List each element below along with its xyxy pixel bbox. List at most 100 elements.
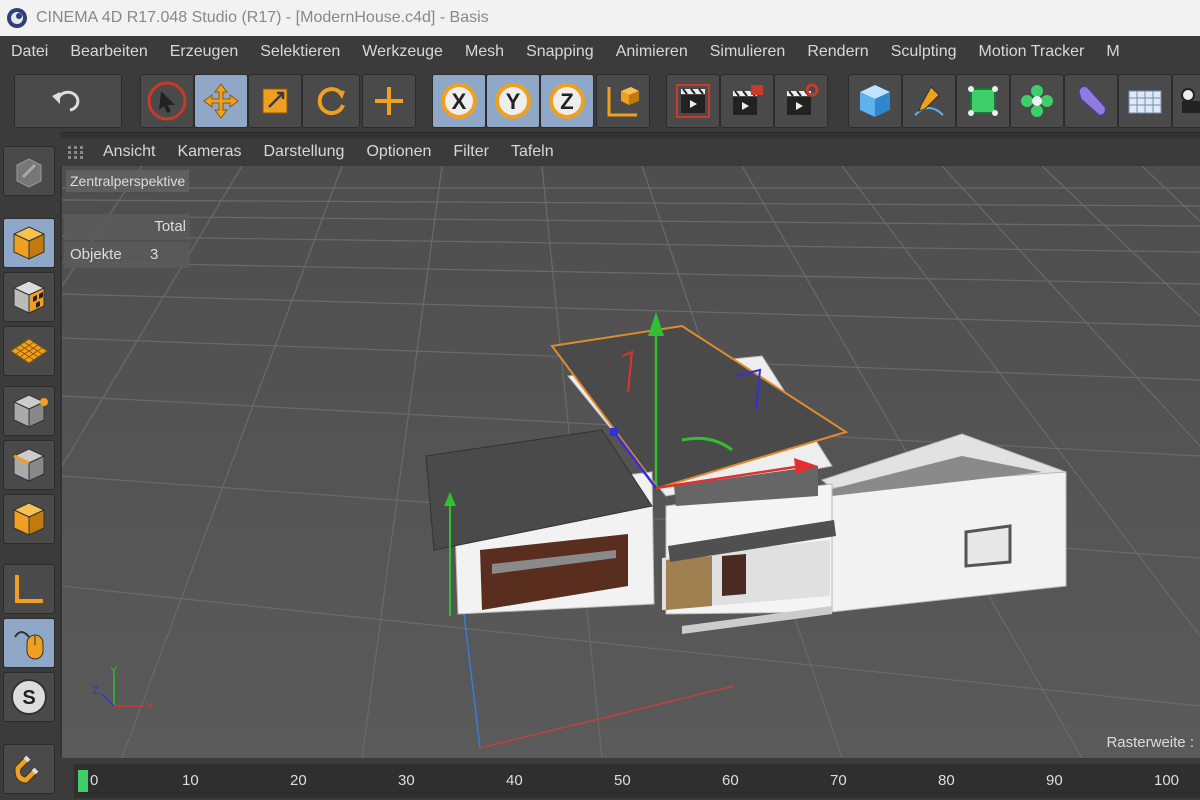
hud-objects-label: Objekte	[70, 246, 122, 263]
menu-item-selektieren[interactable]: Selektieren	[249, 43, 351, 61]
floor-grid-icon	[1128, 90, 1162, 114]
axis-lock-y-button[interactable]: Y	[486, 74, 540, 128]
rotate-tool-button[interactable]	[302, 74, 360, 128]
add-deformer-button[interactable]	[1064, 74, 1118, 128]
axis-y-icon: Y	[495, 83, 531, 119]
svg-text:Z: Z	[560, 89, 573, 114]
add-generator-button[interactable]	[956, 74, 1010, 128]
tweak-mode-button[interactable]	[3, 618, 55, 668]
menu-item-mesh[interactable]: Mesh	[454, 43, 515, 61]
render-picture-icon	[733, 85, 763, 115]
solo-s-icon: S	[11, 679, 47, 715]
menu-item-simulieren[interactable]: Simulieren	[699, 43, 797, 61]
viewport-menu-darstellung[interactable]: Darstellung	[253, 143, 356, 161]
undo-button[interactable]	[14, 74, 122, 128]
scale-tool-button[interactable]	[248, 74, 302, 128]
add-spline-pen-button[interactable]	[902, 74, 956, 128]
add-mograph-button[interactable]	[1010, 74, 1064, 128]
timeline-track[interactable]: 0 10 20 30 40 50 60 70 80 90 100	[74, 764, 1200, 798]
model-mode-button[interactable]	[3, 218, 55, 268]
playhead-marker[interactable]	[78, 770, 88, 792]
svg-text:Y: Y	[110, 665, 118, 677]
enable-axis-button[interactable]	[3, 564, 55, 614]
timeline-tick: 50	[614, 772, 631, 789]
add-environment-button[interactable]	[1118, 74, 1172, 128]
add-cube-button[interactable]	[848, 74, 902, 128]
scale-icon	[262, 88, 288, 114]
axis-z-icon: Z	[549, 83, 585, 119]
timeline-tick: 30	[398, 772, 415, 789]
bend-deformer-icon	[1078, 86, 1106, 116]
rotate-icon	[317, 87, 345, 116]
timeline-tick: 60	[722, 772, 739, 789]
coordinate-system-button[interactable]	[596, 74, 650, 128]
axis-lock-z-button[interactable]: Z	[540, 74, 594, 128]
editor-viewport[interactable]: Y X Z	[62, 166, 1200, 758]
cloner-flower-icon	[1021, 85, 1053, 117]
cinema4d-logo-icon	[7, 8, 27, 28]
mouse-icon	[14, 631, 44, 660]
move-arrows-icon	[203, 83, 239, 119]
texture-checker-icon	[12, 280, 46, 314]
camera-view-label[interactable]: Zentralperspektive	[66, 170, 190, 192]
render-view-button[interactable]	[666, 74, 720, 128]
timeline-tick: 40	[506, 772, 523, 789]
live-selection-button[interactable]	[140, 74, 194, 128]
add-camera-button[interactable]	[1172, 74, 1200, 128]
solo-button[interactable]: S	[3, 672, 55, 722]
timeline-tick: 0	[90, 772, 99, 789]
axis-x-icon: X	[441, 83, 477, 119]
window-title: CINEMA 4D R17.048 Studio (R17) - [Modern…	[36, 9, 489, 26]
viewport-menu-filter[interactable]: Filter	[442, 143, 500, 161]
menu-item-rendern[interactable]: Rendern	[796, 43, 879, 61]
menu-item-snapping[interactable]: Snapping	[515, 43, 605, 61]
viewport-scene[interactable]: Y X Z	[62, 166, 1200, 758]
viewport-menu-tafeln[interactable]: Tafeln	[500, 143, 565, 161]
render-settings-button[interactable]	[774, 74, 828, 128]
render-to-picture-viewer-button[interactable]	[720, 74, 774, 128]
svg-text:X: X	[146, 701, 154, 713]
menu-item-erzeugen[interactable]: Erzeugen	[159, 43, 250, 61]
svg-text:X: X	[452, 89, 467, 114]
timeline-tick: 80	[938, 772, 955, 789]
edges-cube-icon	[12, 448, 46, 482]
render-settings-icon	[787, 83, 819, 115]
viewport-menu-ansicht[interactable]: Ansicht	[92, 143, 166, 161]
viewport-grip-icon[interactable]	[66, 144, 86, 160]
svg-text:Y: Y	[506, 89, 521, 114]
viewport-menu-bar: Ansicht Kameras Darstellung Optionen Fil…	[60, 138, 1200, 166]
make-editable-button[interactable]	[3, 146, 55, 196]
camera-icon	[1181, 88, 1200, 113]
edge-mode-button[interactable]	[3, 440, 55, 490]
hud-objects-value: 3	[150, 246, 159, 263]
transform-cross-icon	[375, 87, 403, 115]
main-toolbar: X Y Z	[0, 68, 1200, 133]
menu-item-more[interactable]: M	[1095, 43, 1130, 61]
grid-spacing-label: Rasterweite :	[1106, 734, 1194, 751]
menu-item-motion-tracker[interactable]: Motion Tracker	[968, 43, 1096, 61]
polygon-mode-button[interactable]	[3, 494, 55, 544]
move-tool-button[interactable]	[194, 74, 248, 128]
snap-toggle-button[interactable]	[3, 744, 55, 794]
selection-arrow-icon	[147, 81, 187, 121]
workplane-mode-button[interactable]	[3, 326, 55, 376]
clapperboard-icon	[676, 84, 710, 118]
point-mode-button[interactable]	[3, 386, 55, 436]
transform-tool-button[interactable]	[362, 74, 416, 128]
svg-text:Z: Z	[92, 685, 99, 697]
viewport-menu-optionen[interactable]: Optionen	[355, 143, 442, 161]
menu-item-werkzeuge[interactable]: Werkzeuge	[351, 43, 454, 61]
menu-item-bearbeiten[interactable]: Bearbeiten	[59, 43, 158, 61]
hud-total-label: Total	[154, 218, 186, 235]
texture-mode-button[interactable]	[3, 272, 55, 322]
viewport-menu-kameras[interactable]: Kameras	[166, 143, 252, 161]
coordinate-system-icon	[607, 87, 639, 117]
axis-lock-x-button[interactable]: X	[432, 74, 486, 128]
menu-item-animieren[interactable]: Animieren	[605, 43, 699, 61]
svg-text:S: S	[22, 687, 35, 709]
title-bar: CINEMA 4D R17.048 Studio (R17) - [Modern…	[0, 0, 1200, 36]
timeline[interactable]: 0 10 20 30 40 50 60 70 80 90 100	[60, 758, 1200, 800]
menu-item-sculpting[interactable]: Sculpting	[880, 43, 968, 61]
cube-primitive-icon	[860, 85, 890, 117]
menu-item-datei[interactable]: Datei	[0, 43, 59, 61]
